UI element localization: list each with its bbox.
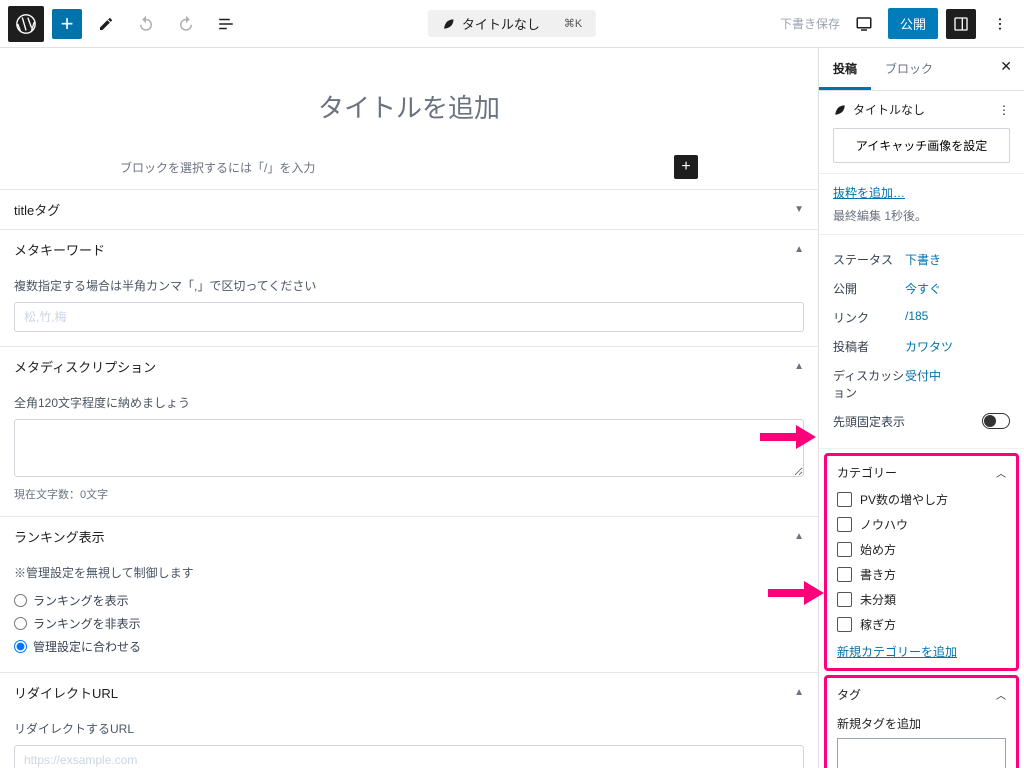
wp-logo[interactable] [8, 6, 44, 42]
publish-button[interactable]: 公開 [888, 8, 938, 39]
post-title-input[interactable]: タイトルを追加 [0, 88, 818, 125]
more-icon[interactable] [984, 8, 1016, 40]
top-toolbar: + タイトルなし ⌘K 下書き保存 公開 [0, 0, 1024, 48]
add-excerpt-link[interactable]: 抜粋を追加… [833, 186, 905, 200]
chevron-up-icon: ▲ [794, 531, 804, 542]
ranking-default[interactable]: 管理設定に合わせる [14, 635, 804, 658]
sidebar-doc-title: タイトルなし [853, 101, 925, 118]
settings-sidebar: 投稿 ブロック ✕ タイトルなし ⋮ アイキャッチ画像を設定 抜粋を追加… 最終… [818, 48, 1024, 768]
block-prompt[interactable]: ブロックを選択するには「/」を入力 [120, 159, 315, 176]
permalink-value[interactable]: /185 [905, 309, 928, 326]
meta-keyword-input[interactable] [14, 302, 804, 332]
add-block-button[interactable]: + [52, 9, 82, 39]
chevron-down-icon: ▼ [794, 204, 804, 215]
char-count: 現在文字数：0文字 [14, 486, 804, 502]
section-ranking[interactable]: ランキング表示▲ [0, 517, 818, 556]
annotation-arrow-1 [760, 420, 816, 457]
doc-more-icon[interactable]: ⋮ [998, 103, 1010, 117]
chevron-up-icon: ︿ [996, 687, 1006, 702]
annotation-arrow-2 [768, 576, 818, 613]
discussion-value[interactable]: 受付中 [905, 367, 941, 401]
redirect-hint: リダイレクトするURL [14, 720, 804, 737]
tag-header[interactable]: タグ︿ [837, 686, 1006, 709]
cat-item-1[interactable]: ノウハウ [837, 512, 1006, 537]
author-value[interactable]: カワタツ [905, 338, 953, 355]
chevron-up-icon: ▲ [794, 244, 804, 255]
preview-icon[interactable] [848, 8, 880, 40]
status-value[interactable]: 下書き [905, 251, 941, 268]
feather-icon [442, 17, 456, 31]
sticky-toggle[interactable] [982, 413, 1010, 429]
doc-title-bar[interactable]: タイトルなし ⌘K [428, 10, 596, 37]
tab-block[interactable]: ブロック [871, 48, 947, 90]
cat-item-3[interactable]: 書き方 [837, 562, 1006, 587]
category-panel: カテゴリー︿ PV数の増やし方 ノウハウ 始め方 書き方 未分類 稼ぎ方 新規カ… [824, 453, 1019, 671]
publish-value[interactable]: 今すぐ [905, 280, 941, 297]
tag-input[interactable] [837, 738, 1006, 768]
tab-post[interactable]: 投稿 [819, 48, 871, 90]
tag-panel: タグ︿ 新規タグを追加 半角コンマまたはエンターキーで区切ります。 [824, 675, 1019, 768]
ranking-hint: ※管理設定を無視して制御します [14, 564, 804, 581]
tag-label: 新規タグを追加 [837, 709, 1006, 736]
ranking-hide[interactable]: ランキングを非表示 [14, 612, 804, 635]
editor-canvas: タイトルを追加 ブロックを選択するには「/」を入力 + titleタグ▼ メタキ… [0, 48, 818, 768]
section-meta-keyword[interactable]: メタキーワード▲ [0, 230, 818, 269]
cat-item-5[interactable]: 稼ぎ方 [837, 612, 1006, 637]
last-edit-text: 最終編集 1秒後。 [833, 207, 1010, 224]
section-redirect[interactable]: リダイレクトURL▲ [0, 673, 818, 712]
feather-icon [833, 103, 847, 117]
doc-title-text: タイトルなし [462, 14, 540, 33]
cat-item-4[interactable]: 未分類 [837, 587, 1006, 612]
featured-image-button[interactable]: アイキャッチ画像を設定 [833, 128, 1010, 163]
chevron-up-icon: ︿ [996, 465, 1006, 480]
inline-add-block-button[interactable]: + [674, 155, 698, 179]
cat-item-0[interactable]: PV数の増やし方 [837, 487, 1006, 512]
redirect-input[interactable] [14, 745, 804, 768]
section-title-tag[interactable]: titleタグ▼ [0, 190, 818, 229]
add-category-link[interactable]: 新規カテゴリーを追加 [837, 645, 957, 659]
shortcut-hint: ⌘K [564, 17, 582, 30]
meta-desc-input[interactable] [14, 419, 804, 477]
chevron-up-icon: ▲ [794, 361, 804, 372]
redo-icon[interactable] [170, 8, 202, 40]
section-meta-desc[interactable]: メタディスクリプション▲ [0, 347, 818, 386]
chevron-up-icon: ▲ [794, 687, 804, 698]
edit-icon[interactable] [90, 8, 122, 40]
meta-desc-hint: 全角120文字程度に納めましょう [14, 394, 804, 411]
save-draft-button[interactable]: 下書き保存 [780, 15, 840, 32]
cat-item-2[interactable]: 始め方 [837, 537, 1006, 562]
ranking-show[interactable]: ランキングを表示 [14, 589, 804, 612]
close-sidebar-button[interactable]: ✕ [988, 48, 1024, 90]
category-header[interactable]: カテゴリー︿ [837, 464, 1006, 487]
undo-icon[interactable] [130, 8, 162, 40]
settings-panel-toggle[interactable] [946, 9, 976, 39]
meta-keyword-hint: 複数指定する場合は半角カンマ「,」で区切ってください [14, 277, 804, 294]
overview-icon[interactable] [210, 8, 242, 40]
